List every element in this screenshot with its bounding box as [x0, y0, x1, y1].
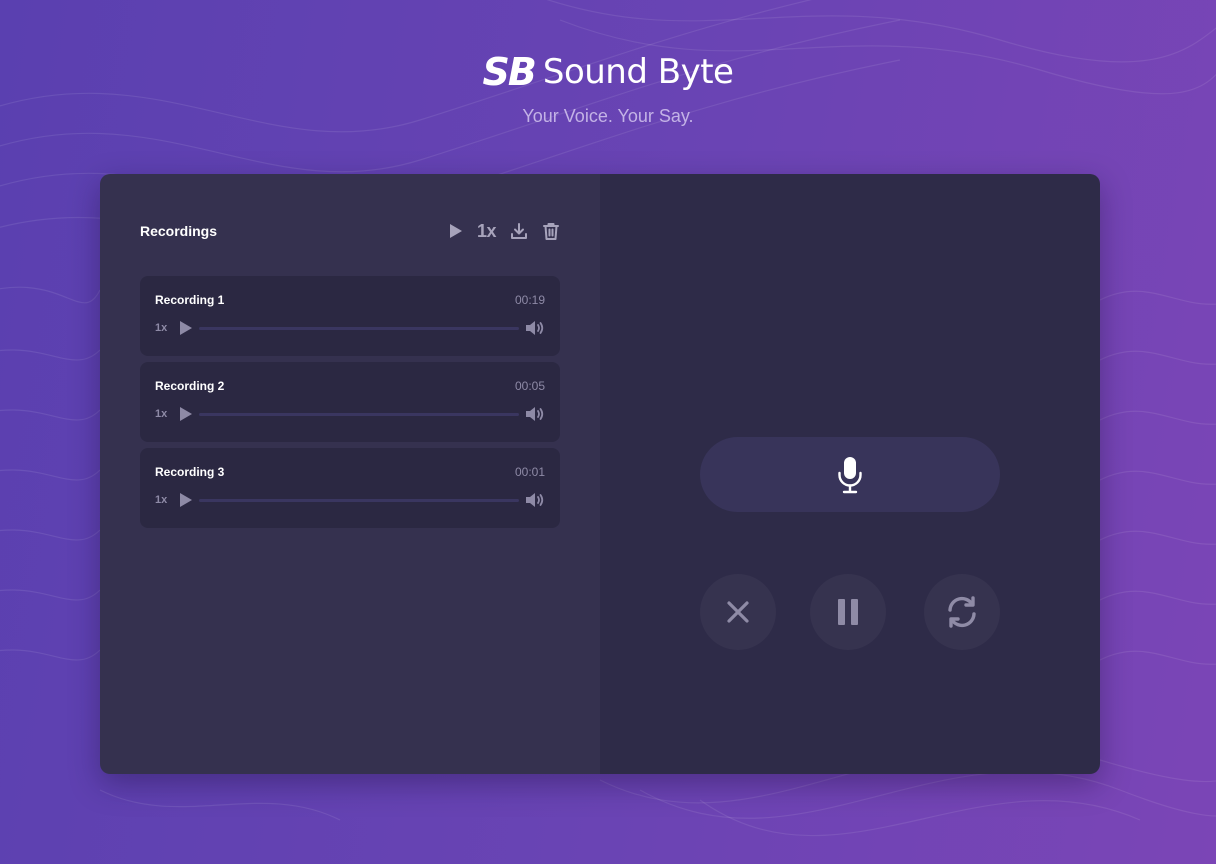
recording-duration: 00:19: [514, 293, 545, 307]
play-icon: [180, 407, 192, 421]
recordings-title: Recordings: [140, 223, 218, 239]
recording-item: Recording 3 00:01 1x: [140, 448, 560, 528]
logo: SB Sound Byte: [483, 50, 734, 94]
recordings-list: Recording 1 00:19 1x Recording 2 00:05 1…: [140, 276, 560, 534]
recordings-toolbar: 1x: [449, 221, 560, 242]
recordings-header: Recordings 1x: [140, 218, 560, 244]
recording-item: Recording 1 00:19 1x: [140, 276, 560, 356]
recording-name: Recording 3: [155, 465, 225, 479]
recording-duration: 00:01: [514, 465, 545, 479]
recorder-card: Recordings 1x Recording 1 00:19 1x Recor…: [100, 174, 1100, 774]
recording-name: Recording 1: [155, 293, 225, 307]
close-icon: [727, 601, 749, 623]
recording-volume-button[interactable]: [525, 492, 545, 508]
recording-play-button[interactable]: [179, 492, 197, 508]
record-button[interactable]: [700, 437, 1000, 512]
delete-all-button[interactable]: [542, 222, 560, 241]
volume-icon: [526, 493, 544, 507]
logo-mark: SB: [482, 50, 537, 94]
refresh-icon: [948, 596, 976, 628]
pause-button[interactable]: [810, 574, 886, 650]
app-header: SB Sound Byte Your Voice. Your Say.: [0, 50, 1216, 127]
volume-icon: [526, 321, 544, 335]
play-icon: [180, 321, 192, 335]
download-icon: [511, 223, 527, 239]
recording-volume-button[interactable]: [525, 406, 545, 422]
download-button[interactable]: [510, 222, 528, 240]
recording-progress-track[interactable]: [199, 412, 519, 416]
recording-speed-button[interactable]: 1x: [155, 408, 179, 420]
reset-button[interactable]: [924, 574, 1000, 650]
recording-progress-track[interactable]: [199, 498, 519, 502]
recording-speed-button[interactable]: 1x: [155, 322, 179, 334]
recording-item: Recording 2 00:05 1x: [140, 362, 560, 442]
play-all-button[interactable]: [449, 223, 463, 239]
recordings-panel: Recordings 1x Recording 1 00:19 1x Recor…: [100, 174, 600, 774]
recording-volume-button[interactable]: [525, 320, 545, 336]
recording-duration: 00:05: [514, 379, 545, 393]
speed-toggle-button[interactable]: 1x: [477, 221, 497, 242]
tagline: Your Voice. Your Say.: [522, 106, 694, 126]
recording-progress-track[interactable]: [199, 326, 519, 330]
pause-icon: [838, 599, 858, 625]
volume-icon: [526, 407, 544, 421]
play-icon: [449, 224, 462, 238]
play-icon: [180, 493, 192, 507]
microphone-icon: [838, 456, 862, 493]
recording-speed-button[interactable]: 1x: [155, 494, 179, 506]
trash-icon: [543, 222, 559, 240]
recorder-panel: [600, 174, 1100, 774]
app-name: Sound Byte: [542, 52, 734, 92]
recording-play-button[interactable]: [179, 320, 197, 336]
recording-play-button[interactable]: [179, 406, 197, 422]
cancel-button[interactable]: [700, 574, 776, 650]
recording-name: Recording 2: [155, 379, 225, 393]
